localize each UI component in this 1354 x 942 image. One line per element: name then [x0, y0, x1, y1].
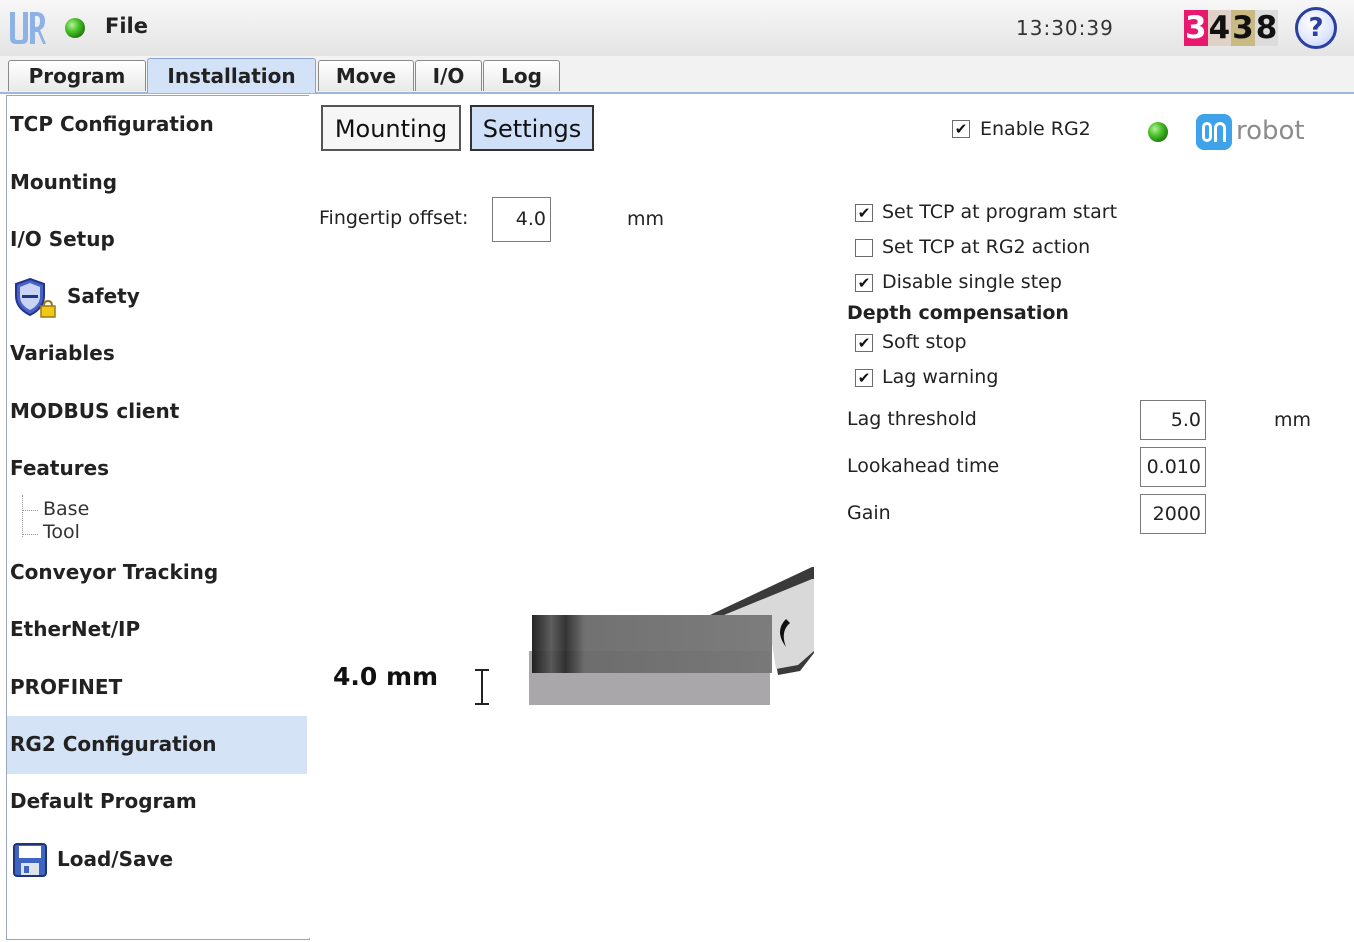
enable-rg2-checkbox[interactable]: ✔	[952, 120, 970, 138]
robot-status-icon	[65, 18, 85, 38]
feature-base[interactable]: Base	[43, 498, 89, 520]
sidebar-item-modbus-client[interactable]: MODBUS client	[10, 399, 179, 423]
tree-connector	[22, 534, 38, 535]
speed-digit: 3	[1231, 10, 1255, 46]
sidebar-item-features[interactable]: Features	[10, 456, 109, 480]
lookahead-time-input[interactable]: 0.010	[1140, 447, 1206, 487]
disable-single-step-checkbox[interactable]: ✔	[855, 274, 873, 292]
fingertip-offset-input[interactable]: 4.0	[492, 197, 551, 242]
fingertip-offset-preview-label: 4.0 mm	[333, 662, 439, 691]
enable-rg2-label: Enable RG2	[980, 118, 1091, 140]
set-tcp-rg2-action-checkbox[interactable]	[855, 239, 873, 257]
rg2-status-icon	[1148, 122, 1168, 142]
shield-lock-icon	[12, 276, 60, 320]
tab-program[interactable]: Program	[8, 60, 146, 91]
offset-dimension-icon	[475, 669, 489, 705]
tree-connector	[22, 510, 38, 511]
onrobot-logo: robot	[1196, 112, 1305, 152]
tab-log[interactable]: Log	[483, 60, 560, 91]
sidebar-item-rg2-configuration[interactable]: RG2 Configuration	[7, 716, 307, 774]
lookahead-time-label: Lookahead time	[847, 455, 1000, 477]
tab-installation[interactable]: Installation	[147, 58, 316, 93]
gain-label: Gain	[847, 502, 891, 524]
universal-robots-logo	[10, 12, 46, 44]
sidebar-item-mounting[interactable]: Mounting	[10, 170, 117, 194]
speed-digit: 3	[1184, 10, 1208, 46]
sidebar-item-variables[interactable]: Variables	[10, 341, 115, 365]
speed-digit: 4	[1207, 10, 1232, 46]
fingertip-offset-unit: mm	[627, 208, 665, 230]
onrobot-mark-icon	[1196, 114, 1232, 150]
tab-move[interactable]: Move	[318, 60, 414, 91]
lag-threshold-unit: mm	[1274, 409, 1312, 431]
lag-threshold-label: Lag threshold	[847, 408, 977, 430]
sidebar-item-label: RG2 Configuration	[10, 732, 217, 756]
subtab-settings[interactable]: Settings	[470, 105, 594, 151]
subtab-mounting[interactable]: Mounting	[321, 105, 461, 151]
help-icon[interactable]: ?	[1295, 7, 1337, 49]
lag-warning-label: Lag warning	[882, 366, 999, 388]
set-tcp-program-start-label: Set TCP at program start	[882, 201, 1118, 223]
top-bar	[0, 0, 1354, 56]
soft-stop-label: Soft stop	[882, 331, 967, 353]
speed-slider-indicator[interactable]: 3 4 3 8	[1184, 10, 1279, 46]
tree-connector	[22, 495, 23, 537]
disable-single-step-label: Disable single step	[882, 271, 1062, 293]
sidebar-item-default-program[interactable]: Default Program	[10, 789, 197, 813]
sidebar-item-conveyor-tracking[interactable]: Conveyor Tracking	[10, 560, 218, 584]
feature-tool[interactable]: Tool	[43, 521, 80, 543]
sidebar-item-profinet[interactable]: PROFINET	[10, 675, 122, 699]
sidebar-item-safety[interactable]: Safety	[67, 284, 140, 308]
set-tcp-program-start-checkbox[interactable]: ✔	[855, 204, 873, 222]
lag-threshold-input[interactable]: 5.0	[1140, 400, 1206, 440]
fingertip-offset-label: Fingertip offset:	[319, 207, 469, 229]
lag-warning-checkbox[interactable]: ✔	[855, 369, 873, 387]
sidebar-item-tcp-configuration[interactable]: TCP Configuration	[10, 112, 214, 136]
soft-stop-checkbox[interactable]: ✔	[855, 334, 873, 352]
speed-digit: 8	[1254, 10, 1279, 46]
gripper-preview-image	[529, 567, 814, 705]
sidebar-item-load-save[interactable]: Load/Save	[57, 847, 173, 871]
clock: 13:30:39	[1016, 16, 1114, 40]
file-menu[interactable]: File	[105, 14, 148, 38]
depth-compensation-heading: Depth compensation	[847, 302, 1069, 324]
sidebar-item-ethernet-ip[interactable]: EtherNet/IP	[10, 617, 140, 641]
onrobot-logo-text: robot	[1236, 116, 1305, 146]
tab-io[interactable]: I/O	[415, 60, 482, 91]
floppy-disk-icon	[13, 843, 47, 877]
gain-input[interactable]: 2000	[1140, 494, 1206, 534]
set-tcp-rg2-action-label: Set TCP at RG2 action	[882, 236, 1091, 258]
sidebar-item-io-setup[interactable]: I/O Setup	[10, 227, 115, 251]
